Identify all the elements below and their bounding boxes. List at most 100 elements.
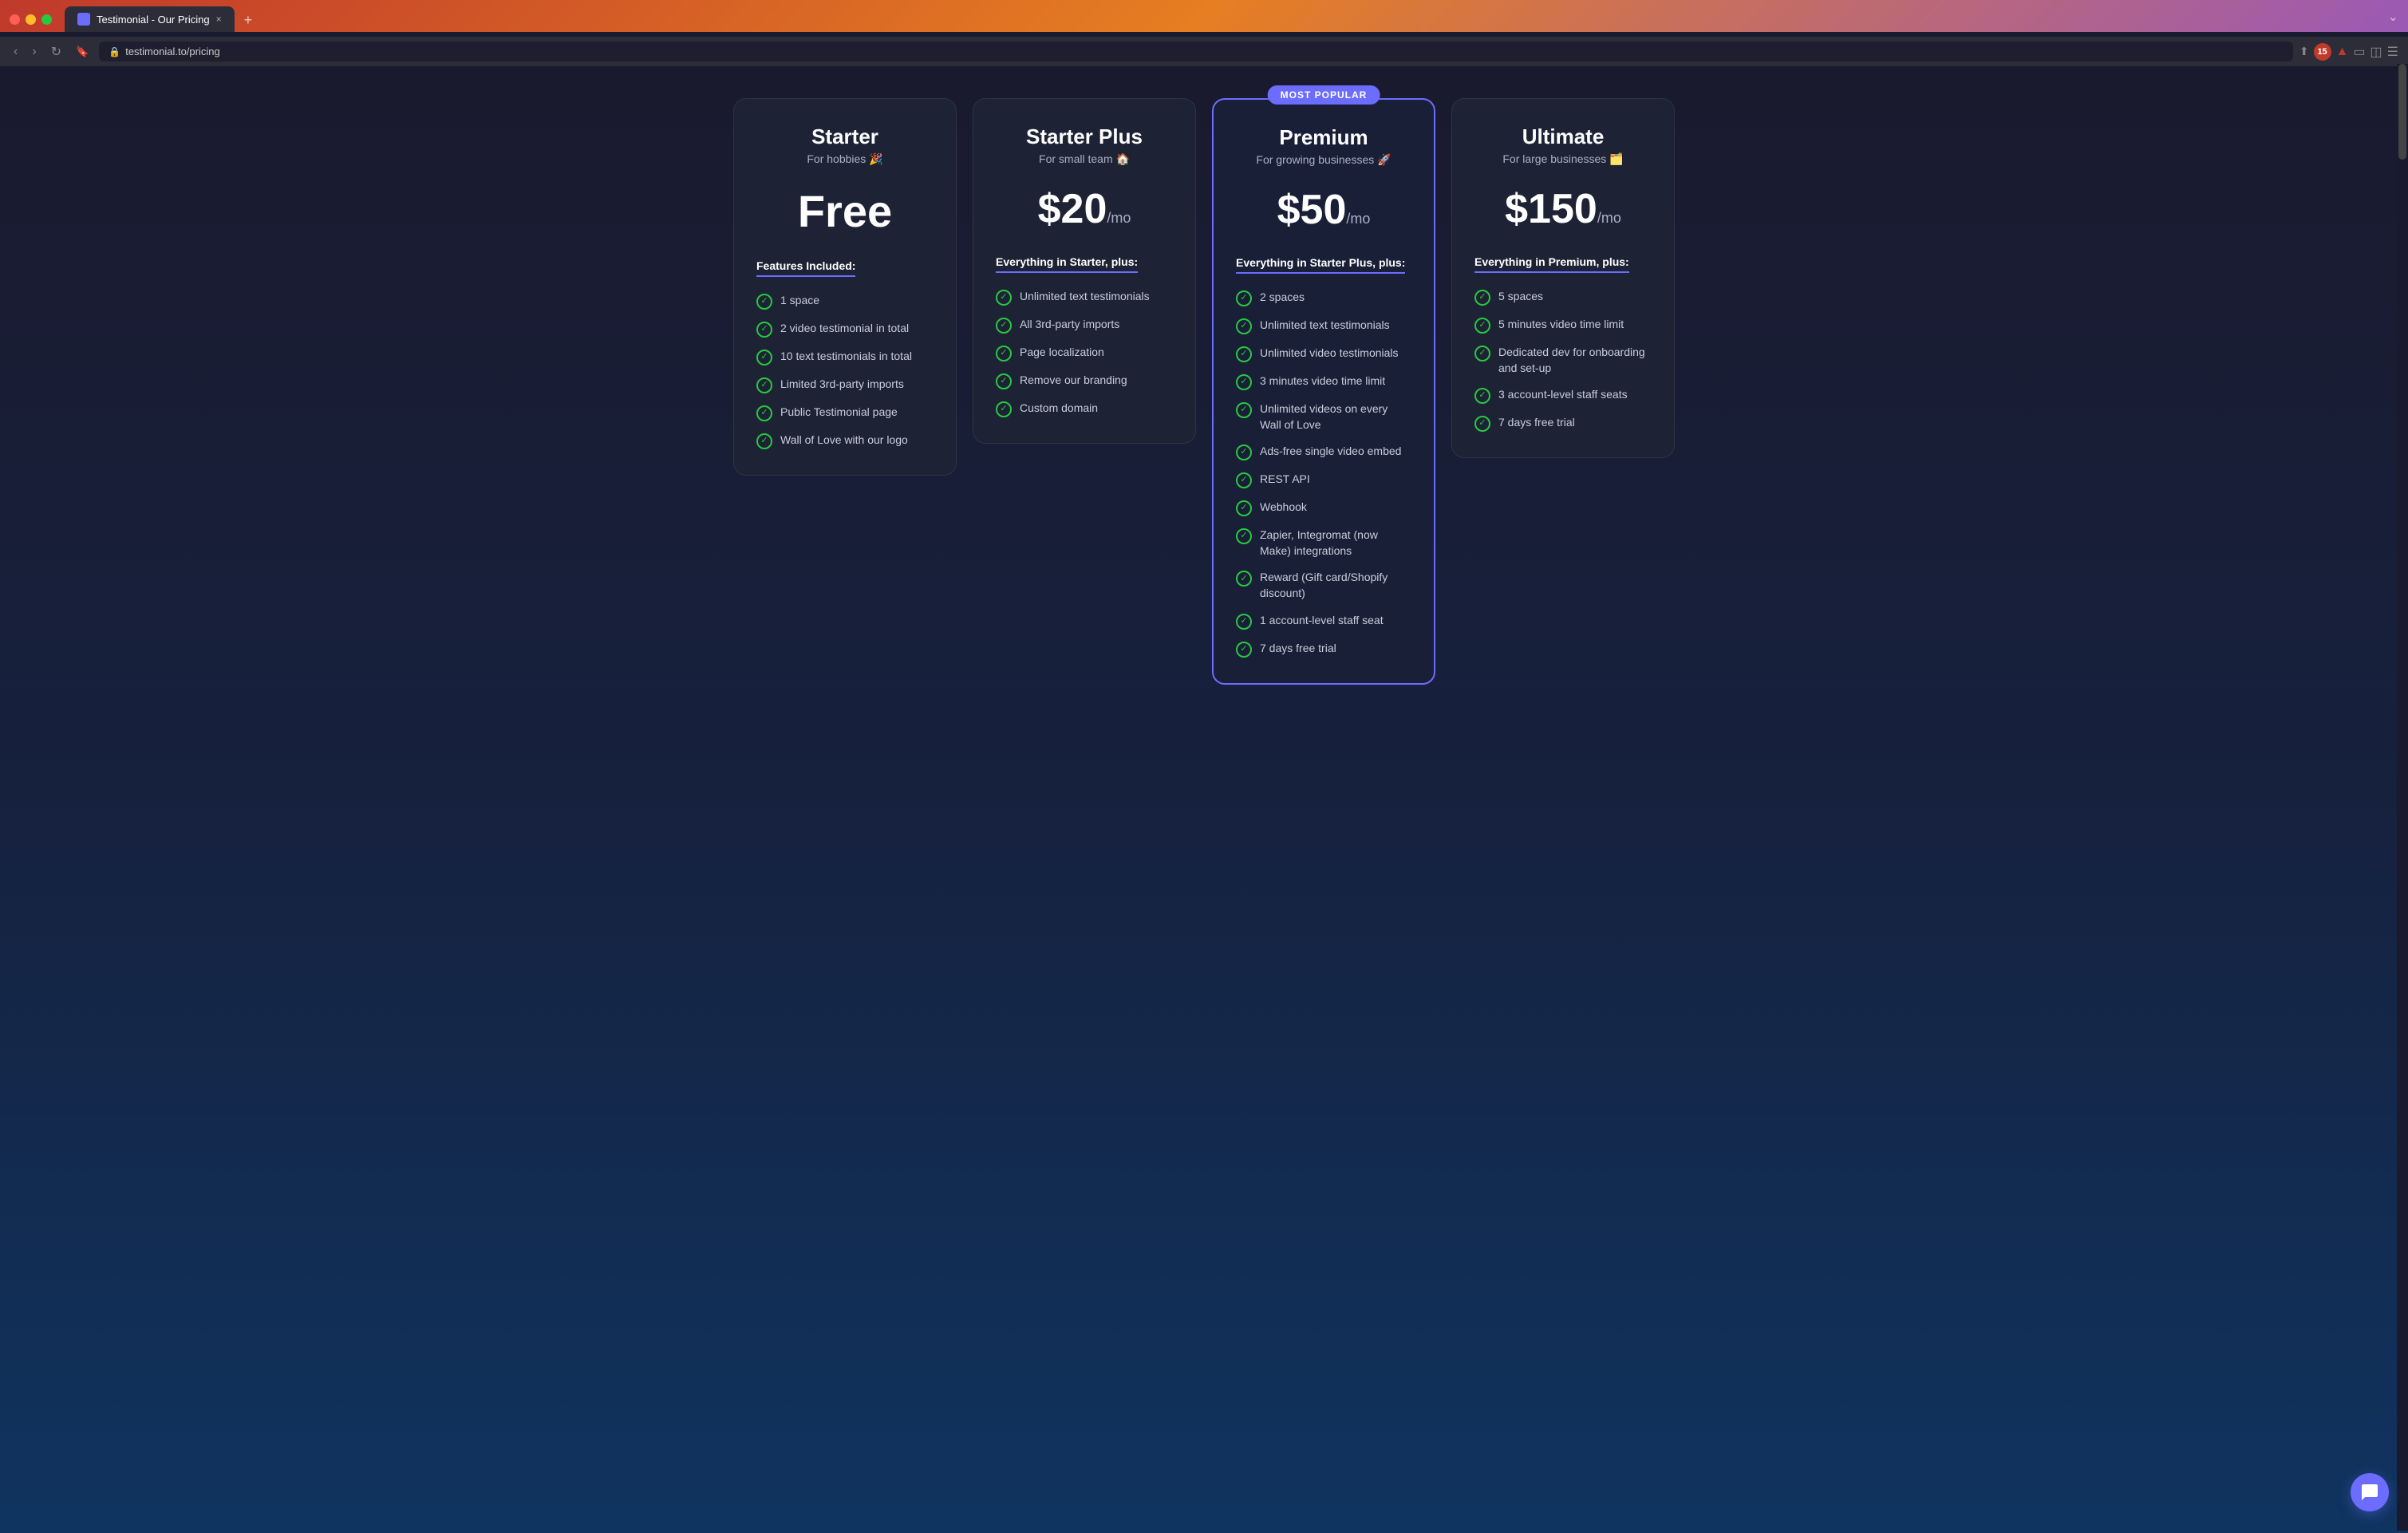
- check-icon: ✓: [996, 318, 1012, 334]
- price-amount-starter-plus: $20: [1038, 186, 1107, 232]
- check-icon: ✓: [756, 350, 772, 365]
- bookmark-button[interactable]: 🔖: [72, 44, 93, 60]
- feature-text: 3 minutes video time limit: [1260, 373, 1385, 389]
- price-suffix-ultimate: /mo: [1597, 210, 1621, 226]
- menu-icon[interactable]: ☰: [2387, 44, 2398, 60]
- feature-item: ✓ 5 spaces: [1474, 289, 1652, 306]
- back-button[interactable]: ‹: [10, 43, 22, 61]
- price-row-ultimate: $150/mo: [1474, 185, 1652, 233]
- feature-item: ✓ Dedicated dev for onboarding and set-u…: [1474, 345, 1652, 376]
- feature-text: Remove our branding: [1020, 373, 1127, 389]
- feature-text: Zapier, Integromat (now Make) integratio…: [1260, 527, 1411, 559]
- feature-text: Custom domain: [1020, 401, 1098, 417]
- price-suffix-premium: /mo: [1346, 211, 1370, 227]
- feature-item: ✓ 3 account-level staff seats: [1474, 387, 1652, 404]
- tab-close-button[interactable]: ×: [216, 14, 222, 25]
- check-icon: ✓: [996, 401, 1012, 417]
- feature-item: ✓ Wall of Love with our logo: [756, 433, 934, 449]
- check-icon: ✓: [756, 433, 772, 449]
- minimize-traffic-light[interactable]: [26, 14, 36, 25]
- maximize-traffic-light[interactable]: [41, 14, 52, 25]
- check-icon: ✓: [1474, 388, 1490, 404]
- feature-item: ✓ 7 days free trial: [1236, 641, 1411, 658]
- features-header-premium: Everything in Starter Plus, plus:: [1236, 256, 1405, 274]
- feature-text: Public Testimonial page: [780, 405, 898, 421]
- check-icon: ✓: [1236, 402, 1252, 418]
- feature-item: ✓ Custom domain: [996, 401, 1173, 417]
- card-subtitle-starter-plus: For small team 🏠: [996, 152, 1173, 166]
- check-icon: ✓: [1236, 500, 1252, 516]
- feature-item: ✓ Public Testimonial page: [756, 405, 934, 421]
- share-icon[interactable]: ⬆: [2299, 45, 2309, 58]
- check-icon: ✓: [996, 346, 1012, 362]
- check-icon: ✓: [1236, 346, 1252, 362]
- reload-button[interactable]: ↻: [47, 42, 65, 61]
- browser-toolbar: ‹ › ↻ 🔖 🔒 testimonial.to/pricing ⬆ 15 ▲ …: [0, 37, 2408, 66]
- feature-item: ✓ 10 text testimonials in total: [756, 349, 934, 365]
- feature-item: ✓ REST API: [1236, 472, 1411, 488]
- card-title-starter: Starter: [756, 124, 934, 149]
- feature-item: ✓ Webhook: [1236, 500, 1411, 516]
- feature-text: 1 space: [780, 293, 819, 309]
- tab-favicon: [77, 13, 90, 26]
- feature-text: Webhook: [1260, 500, 1307, 516]
- feature-item: ✓ Zapier, Integromat (now Make) integrat…: [1236, 527, 1411, 559]
- feature-text: 10 text testimonials in total: [780, 349, 912, 365]
- features-header-starter: Features Included:: [756, 259, 855, 277]
- feature-text: Unlimited video testimonials: [1260, 346, 1399, 362]
- feature-text: Wall of Love with our logo: [780, 433, 908, 448]
- reader-view-icon[interactable]: ◫: [2370, 44, 2382, 60]
- check-icon: ✓: [996, 373, 1012, 389]
- feature-item: ✓ Limited 3rd-party imports: [756, 377, 934, 393]
- browser-chrome: Testimonial - Our Pricing × + ⌄ ‹ › ↻ 🔖 …: [0, 0, 2408, 66]
- address-bar[interactable]: 🔒 testimonial.to/pricing: [99, 41, 2293, 61]
- feature-item: ✓ Unlimited text testimonials: [996, 289, 1173, 306]
- check-icon: ✓: [1236, 290, 1252, 306]
- feature-text: Unlimited text testimonials: [1020, 289, 1150, 305]
- feature-text: 1 account-level staff seat: [1260, 613, 1384, 629]
- feature-item: ✓ Remove our branding: [996, 373, 1173, 389]
- close-traffic-light[interactable]: [10, 14, 20, 25]
- feature-text: 5 minutes video time limit: [1498, 317, 1624, 333]
- alert-icon[interactable]: ▲: [2336, 45, 2349, 59]
- price-amount-premium: $50: [1277, 187, 1347, 233]
- feature-text: 2 video testimonial in total: [780, 321, 909, 337]
- feature-text: Dedicated dev for onboarding and set-up: [1498, 345, 1652, 376]
- feature-item: ✓ 2 video testimonial in total: [756, 321, 934, 338]
- new-tab-button[interactable]: +: [238, 9, 259, 32]
- feature-text: Reward (Gift card/Shopify discount): [1260, 570, 1411, 601]
- feature-text: Unlimited videos on every Wall of Love: [1260, 401, 1411, 433]
- check-icon: ✓: [1236, 318, 1252, 334]
- feature-item: ✓ Reward (Gift card/Shopify discount): [1236, 570, 1411, 601]
- forward-button[interactable]: ›: [28, 43, 40, 61]
- pricing-card-starter: StarterFor hobbies 🎉FreeFeatures Include…: [733, 98, 957, 476]
- check-icon: ✓: [1236, 571, 1252, 587]
- feature-text: All 3rd-party imports: [1020, 317, 1119, 333]
- lock-icon: 🔒: [109, 46, 120, 57]
- features-header-ultimate: Everything in Premium, plus:: [1474, 255, 1629, 273]
- feature-item: ✓ 1 space: [756, 293, 934, 310]
- window-controls-collapse[interactable]: ⌄: [2388, 9, 2398, 25]
- price-row-starter: Free: [756, 185, 934, 237]
- scrollbar-track[interactable]: [2397, 64, 2408, 1531]
- feature-text: 5 spaces: [1498, 289, 1543, 305]
- check-icon: ✓: [756, 377, 772, 393]
- feature-item: ✓ Ads-free single video embed: [1236, 444, 1411, 460]
- features-list-starter: ✓ 1 space ✓ 2 video testimonial in total…: [756, 293, 934, 449]
- card-subtitle-premium: For growing businesses 🚀: [1236, 153, 1411, 167]
- extensions-icon[interactable]: 15: [2314, 43, 2331, 61]
- active-tab[interactable]: Testimonial - Our Pricing ×: [65, 6, 235, 32]
- page-content: StarterFor hobbies 🎉FreeFeatures Include…: [0, 66, 2408, 1533]
- sidebar-toggle-icon[interactable]: ▭: [2353, 44, 2365, 60]
- price-row-premium: $50/mo: [1236, 186, 1411, 234]
- feature-item: ✓ 1 account-level staff seat: [1236, 613, 1411, 630]
- features-list-premium: ✓ 2 spaces ✓ Unlimited text testimonials…: [1236, 290, 1411, 658]
- feature-text: Unlimited text testimonials: [1260, 318, 1390, 334]
- feature-item: ✓ 2 spaces: [1236, 290, 1411, 306]
- feature-text: Ads-free single video embed: [1260, 444, 1401, 460]
- scrollbar-thumb[interactable]: [2398, 64, 2406, 160]
- feature-text: Limited 3rd-party imports: [780, 377, 904, 393]
- feature-item: ✓ 3 minutes video time limit: [1236, 373, 1411, 390]
- feature-item: ✓ 5 minutes video time limit: [1474, 317, 1652, 334]
- chat-bubble[interactable]: [2351, 1473, 2389, 1511]
